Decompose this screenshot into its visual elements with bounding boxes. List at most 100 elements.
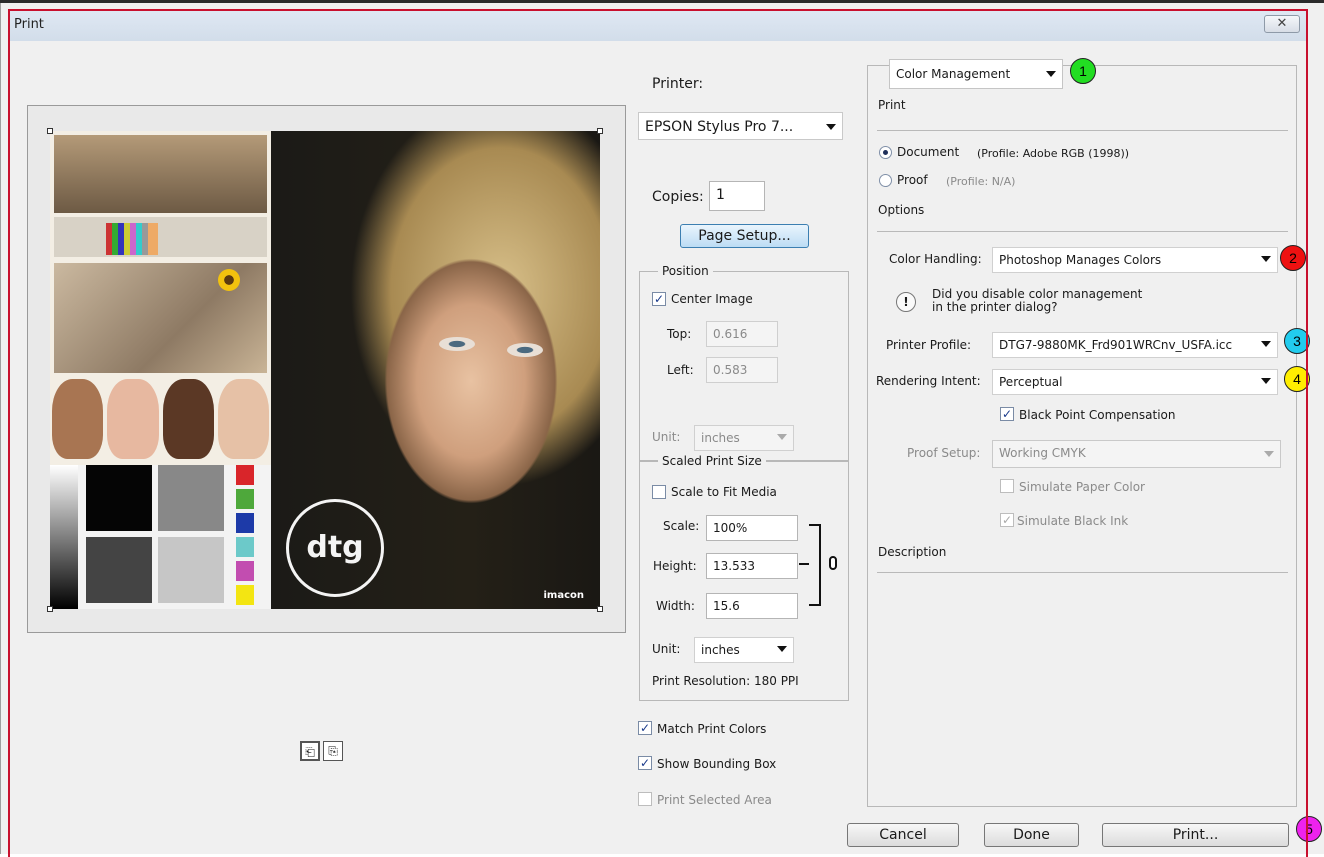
proof-setup-select[interactable]: Working CMYK <box>992 440 1281 468</box>
width-label: Width: <box>656 599 695 613</box>
print-selected-area-checkbox[interactable] <box>638 792 652 806</box>
height-label: Height: <box>653 559 697 573</box>
rendering-intent-select[interactable]: Perceptual <box>992 369 1278 395</box>
printer-select[interactable]: EPSON Stylus Pro 7... <box>638 112 843 140</box>
rendering-intent-value: Perceptual <box>999 375 1063 389</box>
section-select[interactable]: Color Management <box>889 59 1063 89</box>
left-input[interactable]: 0.583 <box>706 357 778 383</box>
position-unit-value: inches <box>701 431 740 445</box>
left-label: Left: <box>667 363 694 377</box>
proof-setup-value: Working CMYK <box>999 446 1086 460</box>
color-handling-select[interactable]: Photoshop Manages Colors <box>992 247 1278 273</box>
description-heading: Description <box>878 545 947 559</box>
imacon-watermark: imacon <box>543 590 584 601</box>
proof-radio[interactable] <box>879 174 892 187</box>
position-unit-label: Unit: <box>652 430 681 444</box>
face-4 <box>217 379 269 459</box>
face-1 <box>52 379 104 459</box>
document-radio[interactable] <box>879 146 892 159</box>
sunflower <box>218 269 240 291</box>
simulate-paper-color-checkbox[interactable] <box>1000 479 1014 493</box>
scale-label: Scale: <box>663 519 700 533</box>
color-management-panel <box>867 65 1297 807</box>
faces-row <box>50 377 271 461</box>
printer-profile-value: DTG7-9880MK_Frd901WRCnv_USFA.icc <box>999 338 1233 352</box>
simulate-black-ink-label: Simulate Black Ink <box>1017 514 1129 528</box>
swatch-mid-gray <box>158 465 224 531</box>
page-setup-button[interactable]: Page Setup... <box>680 224 809 248</box>
proof-label: Proof <box>897 173 928 187</box>
done-button[interactable]: Done <box>984 823 1079 847</box>
title-bar: Print ✕ <box>10 11 1306 41</box>
bbox-handle-tr[interactable] <box>597 128 603 134</box>
swatch-yellow <box>236 585 254 605</box>
chain-link-icon[interactable] <box>829 556 837 570</box>
swatch-cyan <box>236 537 254 557</box>
printer-profile-select[interactable]: DTG7-9880MK_Frd901WRCnv_USFA.icc <box>992 332 1278 358</box>
print-selected-area-label: Print Selected Area <box>657 793 772 807</box>
bbox-handle-br[interactable] <box>597 606 603 612</box>
center-image-checkbox[interactable]: ✓ <box>652 292 666 306</box>
scale-input[interactable]: 100% <box>706 515 798 541</box>
callout-badge-2: 2 <box>1280 245 1306 271</box>
close-button[interactable]: ✕ <box>1264 15 1300 33</box>
color-handling-value: Photoshop Manages Colors <box>999 253 1162 267</box>
top-input[interactable]: 0.616 <box>706 321 778 347</box>
left-eye <box>439 337 475 351</box>
top-label: Top: <box>667 327 692 341</box>
width-input[interactable]: 15.6 <box>706 593 798 619</box>
landscape-orientation-icon[interactable]: ⎘ <box>323 741 343 761</box>
bbox-handle-tl[interactable] <box>47 128 53 134</box>
cancel-button[interactable]: Cancel <box>847 823 959 847</box>
chevron-down-icon <box>1046 71 1056 77</box>
divider <box>877 130 1288 131</box>
match-print-colors-checkbox[interactable]: ✓ <box>638 721 652 735</box>
options-heading: Options <box>878 203 925 217</box>
chevron-down-icon <box>826 124 836 130</box>
scale-to-fit-checkbox[interactable] <box>652 485 666 499</box>
callout-badge-5: 5 <box>1296 816 1322 842</box>
copies-input[interactable]: 1 <box>709 181 765 211</box>
callout-badge-1: 1 <box>1070 58 1096 84</box>
black-point-compensation-label: Black Point Compensation <box>1019 408 1176 422</box>
window-title: Print <box>14 17 44 32</box>
scaled-unit-value: inches <box>701 643 740 657</box>
portrait-orientation-icon[interactable]: ⎗ <box>300 741 320 761</box>
chevron-down-icon <box>1264 451 1274 457</box>
right-eye <box>507 343 543 357</box>
swatch-magenta <box>236 561 254 581</box>
chevron-down-icon <box>1261 341 1271 347</box>
dtg-logo: dtg <box>286 499 384 597</box>
swatch-dark-gray <box>86 537 152 603</box>
proof-profile: (Profile: N/A) <box>946 175 1016 188</box>
swatch-black <box>86 465 152 531</box>
bracket-tick <box>799 563 809 565</box>
color-checker-chart <box>106 223 158 255</box>
print-button[interactable]: Print... <box>1102 823 1289 847</box>
position-unit-select[interactable]: inches <box>694 425 794 451</box>
info-line-1: Did you disable color management <box>932 287 1143 301</box>
bbox-handle-bl[interactable] <box>47 606 53 612</box>
position-group-title: Position <box>658 264 713 278</box>
gray-gradient-bar <box>50 465 78 609</box>
print-heading: Print <box>878 98 906 112</box>
document-label: Document <box>897 145 960 159</box>
shelf-charts <box>54 217 267 257</box>
show-bounding-box-checkbox[interactable]: ✓ <box>638 756 652 770</box>
height-input[interactable]: 13.533 <box>706 553 798 579</box>
simulate-paper-color-label: Simulate Paper Color <box>1019 480 1145 494</box>
center-image-label: Center Image <box>671 292 753 306</box>
info-line-2: in the printer dialog? <box>932 300 1058 314</box>
info-icon: ! <box>896 292 916 312</box>
shelf-objects <box>54 135 267 213</box>
close-icon: ✕ <box>1276 16 1288 31</box>
rendering-intent-label: Rendering Intent: <box>876 374 981 388</box>
chevron-down-icon <box>777 434 787 440</box>
scaled-unit-select[interactable]: inches <box>694 637 794 663</box>
simulate-black-ink-checkbox[interactable]: ✓ <box>1000 513 1014 527</box>
proof-setup-label: Proof Setup: <box>907 446 981 460</box>
collage-panel <box>50 131 271 609</box>
printer-label: Printer: <box>652 76 704 92</box>
constrain-proportions-bracket <box>809 524 821 606</box>
black-point-compensation-checkbox[interactable]: ✓ <box>1000 407 1014 421</box>
